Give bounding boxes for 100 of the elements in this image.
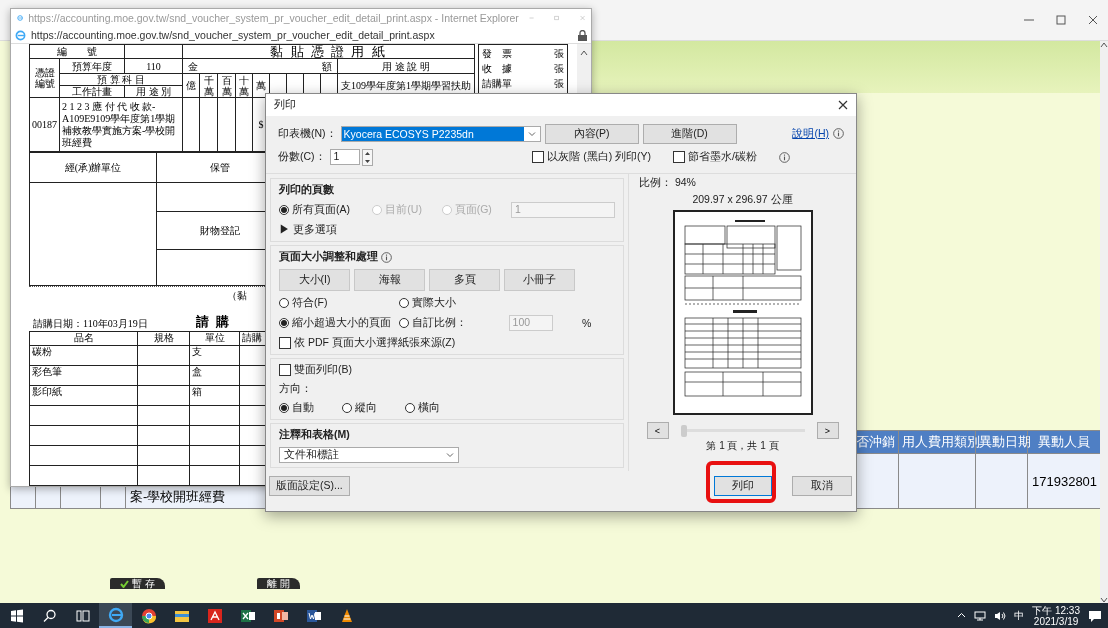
attachment-unit: 張 (554, 77, 564, 91)
scroll-up-icon[interactable] (1100, 41, 1108, 49)
table-cell (137, 345, 190, 366)
address-field[interactable]: https://accounting.moe.gov.tw/snd_voucher_system_pr_voucher_edit_detail_print.aspx (31, 29, 435, 42)
printer-label: 印表機(N)： (278, 126, 337, 141)
checkbox[interactable]: 以灰階 (黑白) 列印(Y) (532, 150, 652, 165)
document-app-icon[interactable] (305, 607, 322, 624)
scrollbar[interactable] (1100, 41, 1108, 604)
table-cell: 箱 (189, 385, 240, 406)
dialog-title: 列印 (274, 97, 296, 112)
chrome-icon[interactable] (140, 607, 157, 624)
sizing-tab[interactable]: 小冊子 (504, 269, 575, 292)
scroll-down-icon[interactable] (1100, 596, 1108, 604)
table-cell (235, 97, 253, 152)
section-heading: 注釋和表格(M) (279, 428, 351, 443)
save-button[interactable]: 暫 存 (110, 578, 165, 589)
exit-button[interactable]: 離 開 (256, 578, 300, 589)
attachment-label: 發 票 (482, 47, 512, 61)
chevron-up-icon[interactable] (957, 611, 967, 620)
browser-e-icon (15, 29, 26, 41)
radio-button[interactable]: 自訂比例： (399, 316, 491, 331)
comments-dropdown[interactable]: 文件和標註 (279, 447, 459, 464)
section-heading: 列印的頁數 (279, 183, 335, 198)
previous-page-button[interactable]: < (646, 422, 669, 440)
table-cell (124, 44, 183, 59)
radio-button[interactable]: 橫向 (405, 401, 440, 416)
attachment-unit: 張 (554, 62, 564, 76)
task-view-icon[interactable] (74, 607, 91, 624)
table-cell: 用 途 說 明 (337, 58, 475, 74)
radio-button[interactable]: 實際大小 (399, 296, 491, 311)
sizing-tab[interactable]: 海報 (354, 269, 425, 292)
paper-size: 209.97 x 296.97 公厘 (692, 193, 793, 208)
table-cell (182, 97, 200, 152)
table-cell (137, 385, 190, 406)
copies-field[interactable]: 1 (329, 149, 360, 166)
radio-button[interactable]: 縮小超過大小的頁面 (279, 316, 393, 331)
attachment-label: 請購單 (482, 77, 512, 91)
table-cell (137, 425, 190, 446)
notification-icon[interactable] (1088, 608, 1102, 623)
highlight-frame (706, 461, 776, 503)
table-cell (199, 97, 218, 152)
section-heading: 頁面大小調整和處理 (279, 250, 378, 265)
close-icon[interactable] (838, 99, 848, 110)
table-cell: 預 算 科 目 (59, 73, 183, 86)
slides-app-icon[interactable] (272, 607, 289, 624)
form-title: 黏 貼 憑 證 用 紙 (182, 44, 475, 59)
column-header: 品名 (29, 331, 138, 346)
table-cell: 金 (188, 60, 198, 72)
radio-button[interactable]: 自動 (279, 401, 314, 416)
spreadsheet-app-icon[interactable] (239, 607, 256, 624)
search-icon[interactable] (41, 607, 58, 624)
spinner-icon[interactable] (361, 148, 373, 166)
column-header: 單位 (189, 331, 240, 346)
table-cell (137, 445, 190, 466)
requisition-date: 請購日期：110年03月19日 (33, 317, 148, 331)
checkbox[interactable]: 節省墨水/碳粉 (673, 150, 757, 165)
radio-button[interactable]: 符合(F) (279, 296, 393, 311)
table-cell: 憑證編號 (29, 58, 60, 98)
cancel-button[interactable]: 取消 (792, 476, 852, 497)
table-cell: 2 1 2 3 應 付 代 收 款-A109E9109學年度第1學期補救教學實施方案-學校開班經費 (59, 97, 183, 152)
table-cell-text: 案-學校開班經費 (130, 488, 226, 506)
attachment-unit: 張 (554, 47, 564, 61)
info-icon (779, 151, 790, 163)
table-cell: 億 (182, 73, 200, 98)
attachment-label: 收 據 (482, 62, 512, 76)
table-cell: 百萬 (217, 73, 236, 98)
table-cell (217, 97, 236, 152)
clock[interactable]: 下午 12:33 2021/3/19 (1032, 604, 1080, 627)
table-cell: 工作計畫 (59, 85, 125, 98)
help-link[interactable]: 說明(H) (792, 126, 829, 141)
sizing-tab[interactable]: 大小(I) (279, 269, 350, 292)
advanced-button[interactable]: 進階(D) (642, 123, 737, 144)
print-button[interactable]: 列印 (714, 476, 772, 497)
table-cell: 盒 (189, 365, 240, 386)
table-cell: 用 途 別 (124, 85, 183, 98)
speaker-icon[interactable] (994, 610, 1007, 621)
page-setup-button[interactable]: 版面設定(S)... (269, 476, 350, 497)
start-icon[interactable] (8, 607, 25, 624)
table-cell: 預算年度 (59, 58, 125, 74)
browser-e-icon[interactable] (107, 606, 124, 623)
paste-note: （黏 (227, 290, 247, 301)
check-icon (120, 579, 129, 588)
close-icon[interactable] (1086, 13, 1100, 27)
next-page-button[interactable]: > (816, 422, 839, 440)
table-cell: 影印紙 (29, 385, 138, 406)
pdf-app-icon[interactable] (206, 607, 223, 624)
input-method-indicator[interactable]: 中 (1014, 608, 1025, 623)
checkbox[interactable]: 雙面列印(B) (279, 363, 615, 378)
table-cell: 經(承)辦單位 (29, 152, 157, 183)
properties-button[interactable]: 內容(P) (544, 123, 639, 144)
sizing-tab[interactable]: 多頁 (429, 269, 500, 292)
table-cell: 十萬 (235, 73, 253, 98)
radio-button[interactable]: 縱向 (342, 401, 377, 416)
network-icon[interactable] (974, 610, 987, 621)
requisition-title: 請 購 (195, 313, 231, 331)
table-cell (137, 365, 190, 386)
scale-readout: 比例： 94% (638, 176, 696, 191)
table-cell: 編 號 (29, 44, 125, 59)
printer-dropdown[interactable]: Kyocera ECOSYS P2235dn (340, 125, 541, 142)
scroll-up-icon[interactable] (580, 50, 588, 56)
